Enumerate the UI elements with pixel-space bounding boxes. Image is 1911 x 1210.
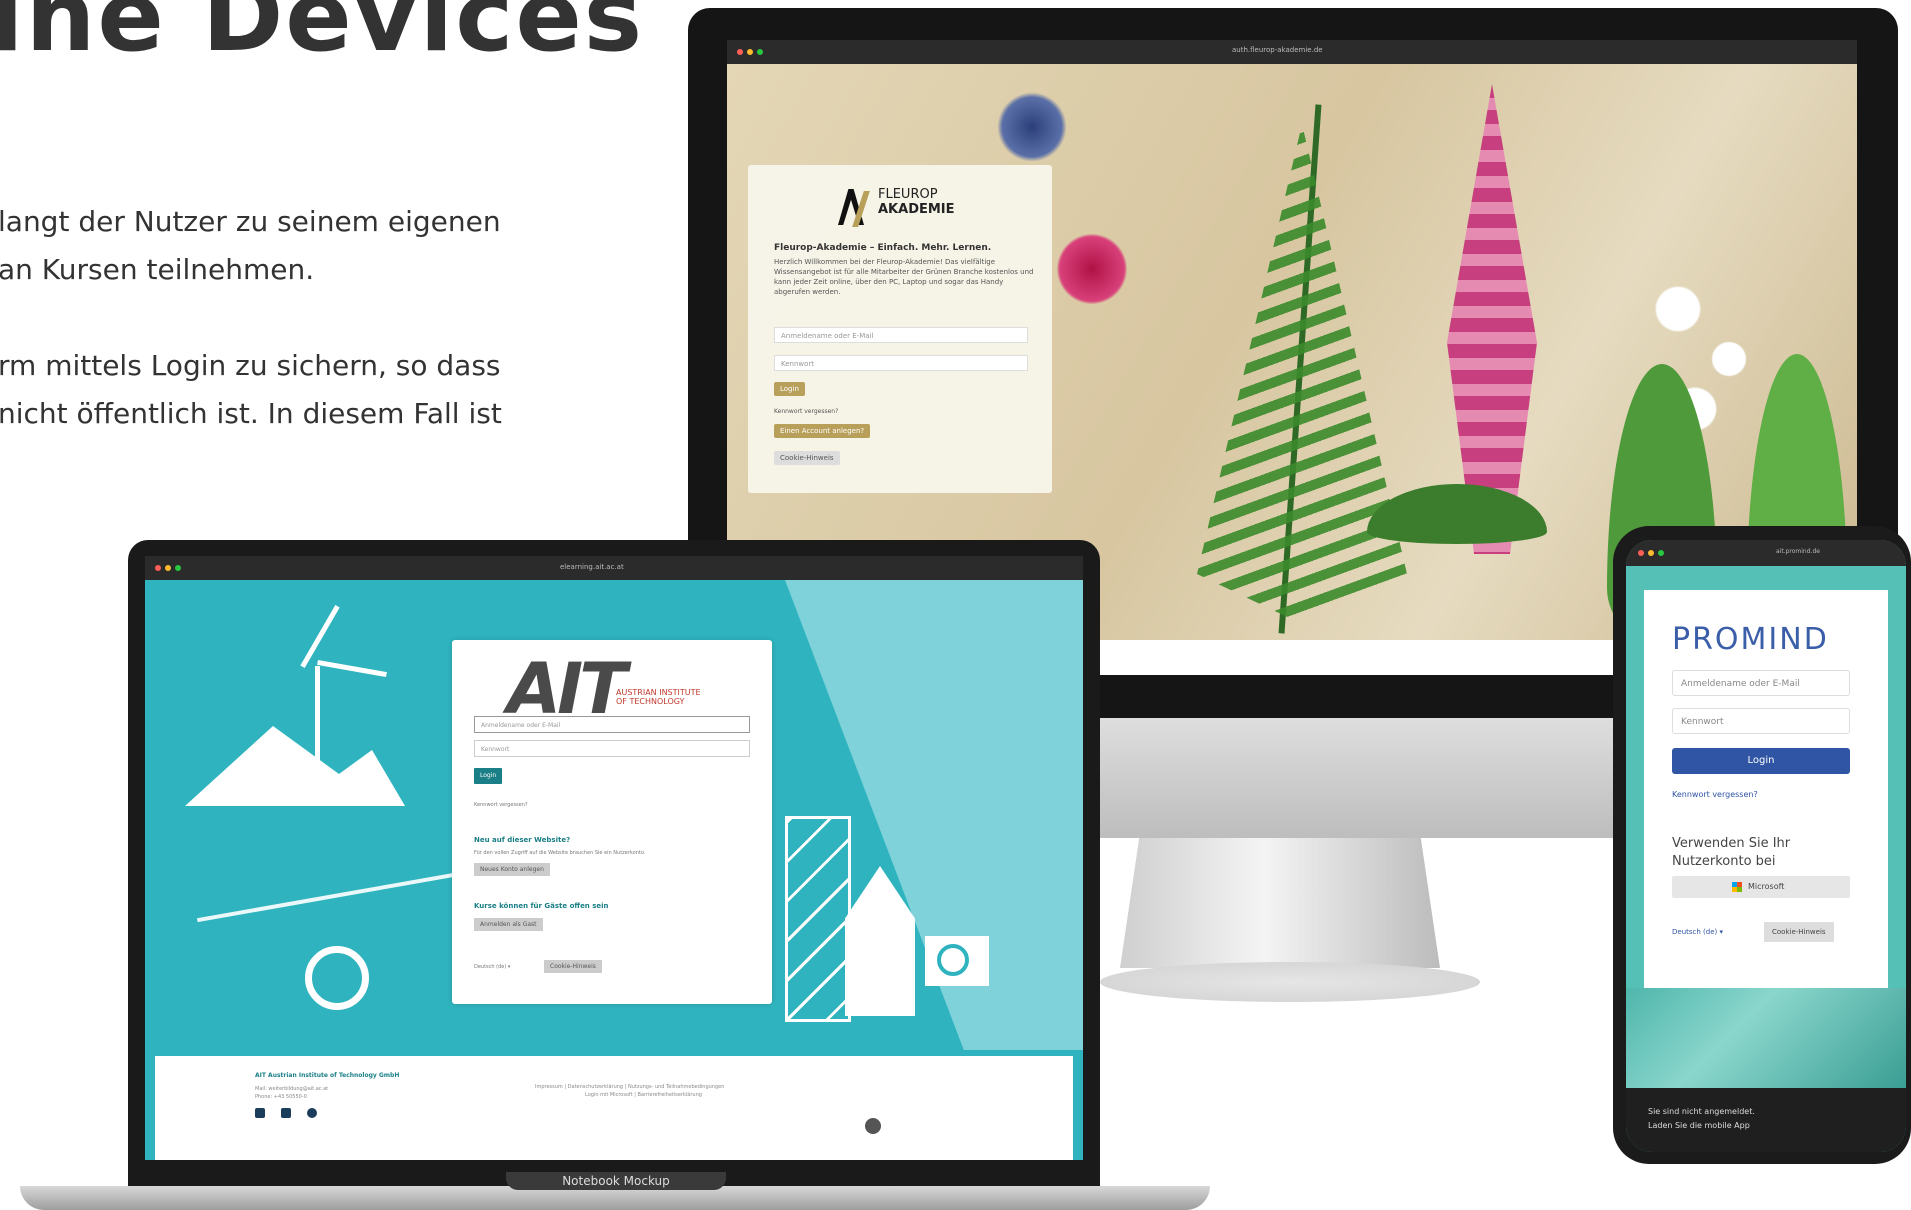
address-bar[interactable]: elearning.ait.ac.at	[560, 563, 624, 571]
close-dot-icon[interactable]	[737, 49, 743, 55]
fern-leaf	[1197, 124, 1407, 624]
language-select[interactable]: Deutsch (de) ▾	[1672, 928, 1723, 936]
new-account-heading: Neu auf dieser Website?	[474, 836, 571, 844]
microsoft-label: Microsoft	[1748, 882, 1785, 891]
username-input[interactable]: Anmeldename oder E-Mail	[1672, 670, 1850, 696]
cookie-button[interactable]: Cookie-Hinweis	[774, 451, 840, 465]
promind-logo: PROMIND	[1672, 622, 1829, 657]
footer-mail: Mail: weiterbildung@ait.ac.at	[255, 1086, 329, 1092]
password-input[interactable]: Kennwort	[474, 740, 750, 757]
fleurop-login-card: FLEUROP AKADEMIE Fleurop-Akademie – Einf…	[748, 165, 1052, 493]
minimize-dot-icon[interactable]	[747, 49, 753, 55]
microsoft-button[interactable]: Microsoft	[1672, 876, 1850, 898]
password-input[interactable]: Kennwort	[774, 355, 1028, 371]
turbine-tower	[315, 666, 320, 806]
browser-toolbar: ait.promind.de	[1626, 540, 1906, 566]
macbook-caption: Notebook Mockup	[506, 1172, 726, 1190]
address-bar[interactable]: ait.promind.de	[1776, 548, 1820, 555]
close-dot-icon[interactable]	[1638, 550, 1644, 556]
new-account-text: Für den vollen Zugriff auf die Website b…	[474, 850, 646, 856]
fleurop-logo-line2: AKADEMIE	[878, 202, 955, 217]
phone-footer: Sie sind nicht angemeldet. Laden Sie die…	[1626, 1088, 1906, 1152]
fleurop-intro: Herzlich Willkommen bei der Fleurop-Akad…	[774, 258, 1034, 296]
microsoft-icon	[1732, 882, 1742, 892]
footer-phone: Phone: +43 50550-0	[255, 1094, 307, 1100]
maximize-dot-icon[interactable]	[757, 49, 763, 55]
intro-line-2: an Kursen teilnehmen.	[0, 253, 315, 286]
address-bar[interactable]: auth.fleurop-akademie.de	[1232, 46, 1323, 54]
language-select[interactable]: Deutsch (de) ▾	[474, 964, 510, 970]
footer-links-2[interactable]: Login mit Microsoft | Barrierefreiheitse…	[585, 1092, 702, 1098]
magnifier-icon	[305, 946, 369, 1010]
intro-line-1: langt der Nutzer zu seinem eigenen	[0, 205, 501, 238]
browser-toolbar: elearning.ait.ac.at	[145, 556, 1083, 580]
sso-line-2: Nutzerkonto bei	[1672, 854, 1776, 869]
phone-screen: ait.promind.de PROMIND Anmeldename oder …	[1626, 540, 1906, 1152]
globe-icon[interactable]	[307, 1108, 317, 1118]
ait-login-card: AIT AUSTRIAN INSTITUTE OF TECHNOLOGY Anm…	[452, 640, 772, 1004]
social-icon-1[interactable]	[255, 1108, 265, 1118]
peony-flower	[1057, 234, 1127, 304]
login-button[interactable]: Login	[474, 768, 503, 784]
ait-logo-sub1: AUSTRIAN INSTITUTE	[616, 688, 701, 697]
guest-login-button[interactable]: Anmelden als Gast	[474, 918, 543, 931]
fleurop-logo-line1: FLEUROP	[878, 187, 938, 202]
create-account-button[interactable]: Einen Account anlegen?	[774, 424, 871, 438]
minimize-dot-icon[interactable]	[1648, 550, 1654, 556]
cookie-button[interactable]: Cookie-Hinweis	[1764, 922, 1834, 942]
maximize-dot-icon[interactable]	[1658, 550, 1664, 556]
mountain-shape	[185, 726, 405, 806]
fleurop-heading: Fleurop-Akademie – Einfach. Mehr. Lernen…	[774, 243, 992, 253]
footer-org: AIT Austrian Institute of Technology Gmb…	[255, 1072, 400, 1079]
ait-footer: AIT Austrian Institute of Technology Gmb…	[155, 1056, 1073, 1160]
ait-logo-sub2: OF TECHNOLOGY	[616, 697, 685, 706]
intro-line-3: rm mittels Login zu sichern, so dass	[0, 349, 501, 382]
browser-toolbar: auth.fleurop-akademie.de	[727, 40, 1857, 64]
not-logged-in-text: Sie sind nicht angemeldet.	[1648, 1107, 1755, 1116]
imac-stand	[1120, 838, 1440, 968]
forgot-password-link[interactable]: Kennwort vergessen?	[774, 408, 838, 415]
social-icon-2[interactable]	[281, 1108, 291, 1118]
mobile-app-link[interactable]: Laden Sie die mobile App	[1648, 1120, 1750, 1132]
pattern-background	[1626, 988, 1906, 1088]
password-input[interactable]: Kennwort	[1672, 708, 1850, 734]
page-heading: ine Devices	[0, 0, 645, 74]
sso-line-1: Verwenden Sie Ihr	[1672, 836, 1791, 851]
login-button[interactable]: Login	[1672, 748, 1850, 774]
turbine-blade-2	[317, 659, 387, 678]
imac-foot	[1100, 962, 1480, 1002]
minimize-dot-icon[interactable]	[165, 565, 171, 571]
login-button[interactable]: Login	[774, 382, 805, 396]
create-account-button[interactable]: Neues Konto anlegen	[474, 863, 550, 876]
intro-line-4: nicht öffentlich ist. In diesem Fall ist	[0, 397, 502, 430]
lupine-leaf	[1367, 484, 1547, 544]
forgot-password-link[interactable]: Kennwort vergessen?	[1672, 790, 1758, 799]
forgot-password-link[interactable]: Kennwort vergessen?	[474, 802, 528, 808]
scroll-top-icon[interactable]	[865, 1118, 881, 1134]
username-input[interactable]: Anmeldename oder E-Mail	[474, 716, 750, 733]
fan-icon	[937, 944, 969, 976]
close-dot-icon[interactable]	[155, 565, 161, 571]
maximize-dot-icon[interactable]	[175, 565, 181, 571]
promind-login-card: PROMIND Anmeldename oder E-Mail Kennwort…	[1644, 590, 1888, 988]
footer-links[interactable]: Impressum | Datenschutzerklärung | Nutzu…	[535, 1084, 724, 1090]
thistle-flower	[997, 92, 1067, 162]
username-input[interactable]: Anmeldename oder E-Mail	[774, 327, 1028, 343]
turbine-blade	[300, 604, 340, 669]
guest-heading: Kurse können für Gäste offen sein	[474, 902, 609, 910]
cookie-button[interactable]: Cookie-Hinweis	[544, 960, 602, 973]
building-striped	[785, 816, 851, 1022]
